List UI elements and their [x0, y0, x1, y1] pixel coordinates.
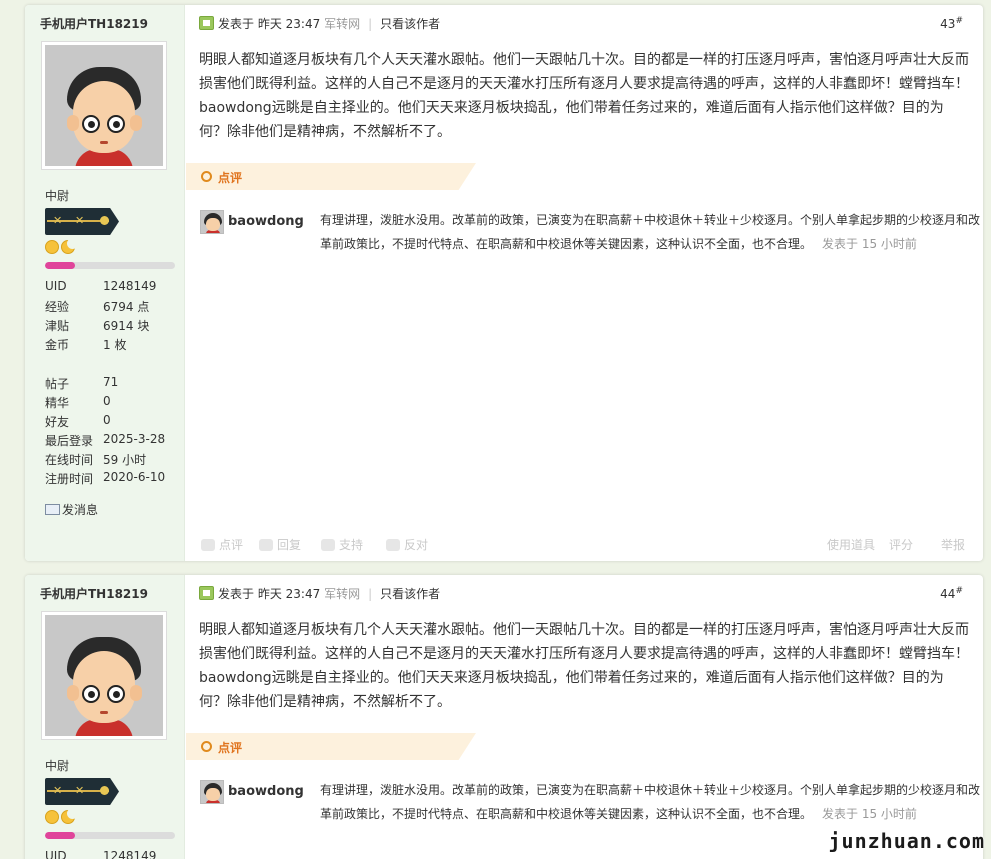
posted-prefix: 发表于 — [218, 17, 255, 31]
avatar[interactable] — [41, 611, 167, 740]
author-sidebar: 手机用户TH18219 中尉 ✕ ✕ UID 1248 — [25, 5, 185, 561]
review-label: 点评 — [218, 171, 243, 185]
review-section-header: 点评 — [186, 733, 476, 760]
stat-value: 6914 块 — [103, 319, 150, 333]
stat-label: 经验 — [45, 300, 70, 314]
commenter-avatar[interactable] — [200, 780, 224, 804]
review-label: 点评 — [218, 741, 243, 755]
oppose-button[interactable]: 反对 — [386, 536, 428, 553]
level-progress-bar — [45, 262, 175, 269]
commenter-name[interactable]: baowdong — [228, 784, 304, 799]
stat-label: 注册时间 — [45, 472, 94, 486]
stat-label: 金币 — [45, 338, 70, 352]
comment-text: 有理讲理，泼脏水没用。改革前的政策，已演变为在职高薪＋中校退休＋转业＋少校逐月。… — [320, 783, 981, 821]
divider: | — [368, 17, 373, 31]
support-button[interactable]: 支持 — [321, 536, 363, 553]
floor-number[interactable]: 43# — [940, 16, 963, 31]
avatar[interactable] — [41, 41, 167, 170]
send-message-label: 发消息 — [62, 503, 99, 517]
stat-value[interactable]: 0 — [103, 413, 111, 427]
post-source: 军转网 — [324, 17, 361, 31]
rank-title: 中尉 — [45, 759, 70, 773]
review-button[interactable]: 点评 — [201, 536, 243, 553]
stat-value: 1248149 — [103, 279, 157, 293]
post-43: 手机用户TH18219 中尉 ✕ ✕ UID 1248149 经验 6794 点… — [25, 5, 983, 561]
level-progress-fill — [45, 832, 75, 839]
mail-icon — [45, 504, 60, 515]
site-watermark: junzhuan.com — [828, 829, 985, 853]
comment-time: 发表于 15 小时前 — [822, 237, 917, 251]
stat-label: UID — [45, 849, 67, 859]
sun-moon-level-icon — [45, 808, 78, 829]
rate-button[interactable]: 评分 — [889, 536, 913, 553]
stat-label: 好友 — [45, 415, 70, 429]
stat-value: 1248149 — [103, 849, 157, 859]
review-icon — [201, 171, 212, 182]
post-meta: 发表于 昨天 23:47 军转网 | 只看该作者 — [199, 15, 440, 32]
comment-time: 发表于 15 小时前 — [822, 807, 917, 821]
send-message-button[interactable]: 发消息 — [45, 501, 98, 518]
stat-label: 津贴 — [45, 319, 70, 333]
report-button[interactable]: 举报 — [941, 536, 965, 553]
online-status-icon — [199, 16, 214, 30]
stat-value[interactable]: 0 — [103, 394, 111, 408]
stat-value: 59 小时 — [103, 453, 147, 467]
stat-value: 2020-6-10 — [103, 470, 166, 484]
posted-prefix: 发表于 — [218, 587, 255, 601]
arrow-up-icon — [321, 539, 335, 551]
posted-time: 昨天 23:47 — [257, 587, 321, 601]
comment-text: 有理讲理，泼脏水没用。改革前的政策，已演变为在职高薪＋中校退休＋转业＋少校逐月。… — [320, 213, 981, 251]
author-sidebar: 手机用户TH18219 中尉 ✕ ✕ UID 1248 — [25, 575, 185, 859]
author-name[interactable]: 手机用户TH18219 — [40, 15, 148, 32]
post-source: 军转网 — [324, 587, 361, 601]
rank-badge-icon: ✕ ✕ — [45, 208, 119, 235]
divider: | — [368, 587, 373, 601]
level-progress-fill — [45, 262, 75, 269]
stat-value: 1 枚 — [103, 338, 127, 352]
post-content: 明眼人都知道逐月板块有几个人天天灌水跟帖。他们一天跟帖几十次。目的都是一样的打压… — [199, 52, 969, 140]
rank-badge-icon: ✕ ✕ — [45, 778, 119, 805]
post-content: 明眼人都知道逐月板块有几个人天天灌水跟帖。他们一天跟帖几十次。目的都是一样的打压… — [199, 622, 969, 710]
use-tool-button[interactable]: 使用道具 — [827, 536, 875, 553]
review-icon — [201, 741, 212, 752]
commenter-name[interactable]: baowdong — [228, 214, 304, 229]
arrow-down-icon — [386, 539, 400, 551]
author-name[interactable]: 手机用户TH18219 — [40, 585, 148, 602]
stat-value[interactable]: 71 — [103, 375, 118, 389]
rank-title: 中尉 — [45, 189, 70, 203]
commenter-avatar[interactable] — [200, 210, 224, 234]
online-status-icon — [199, 586, 214, 600]
stat-label: UID — [45, 279, 67, 293]
eye-icon — [201, 539, 215, 551]
stat-label: 精华 — [45, 396, 70, 410]
review-section-header: 点评 — [186, 163, 476, 190]
floor-number[interactable]: 44# — [940, 586, 963, 601]
sun-moon-level-icon — [45, 238, 78, 259]
chat-bubble-icon — [259, 539, 273, 551]
stat-value: 6794 点 — [103, 300, 150, 314]
stat-value: 2025-3-28 — [103, 432, 166, 446]
stat-label: 最后登录 — [45, 434, 94, 448]
only-author-link[interactable]: 只看该作者 — [380, 587, 440, 601]
post-44: 手机用户TH18219 中尉 ✕ ✕ UID 1248149 发表于 昨天 23… — [25, 575, 983, 859]
post-meta: 发表于 昨天 23:47 军转网 | 只看该作者 — [199, 585, 440, 602]
post-actions: 点评 回复 支持 反对 使用道具 评分 举报 — [199, 536, 965, 552]
level-progress-bar — [45, 832, 175, 839]
posted-time: 昨天 23:47 — [257, 17, 321, 31]
stat-label: 帖子 — [45, 377, 70, 391]
stat-label: 在线时间 — [45, 453, 94, 467]
reply-button[interactable]: 回复 — [259, 536, 301, 553]
only-author-link[interactable]: 只看该作者 — [380, 17, 440, 31]
